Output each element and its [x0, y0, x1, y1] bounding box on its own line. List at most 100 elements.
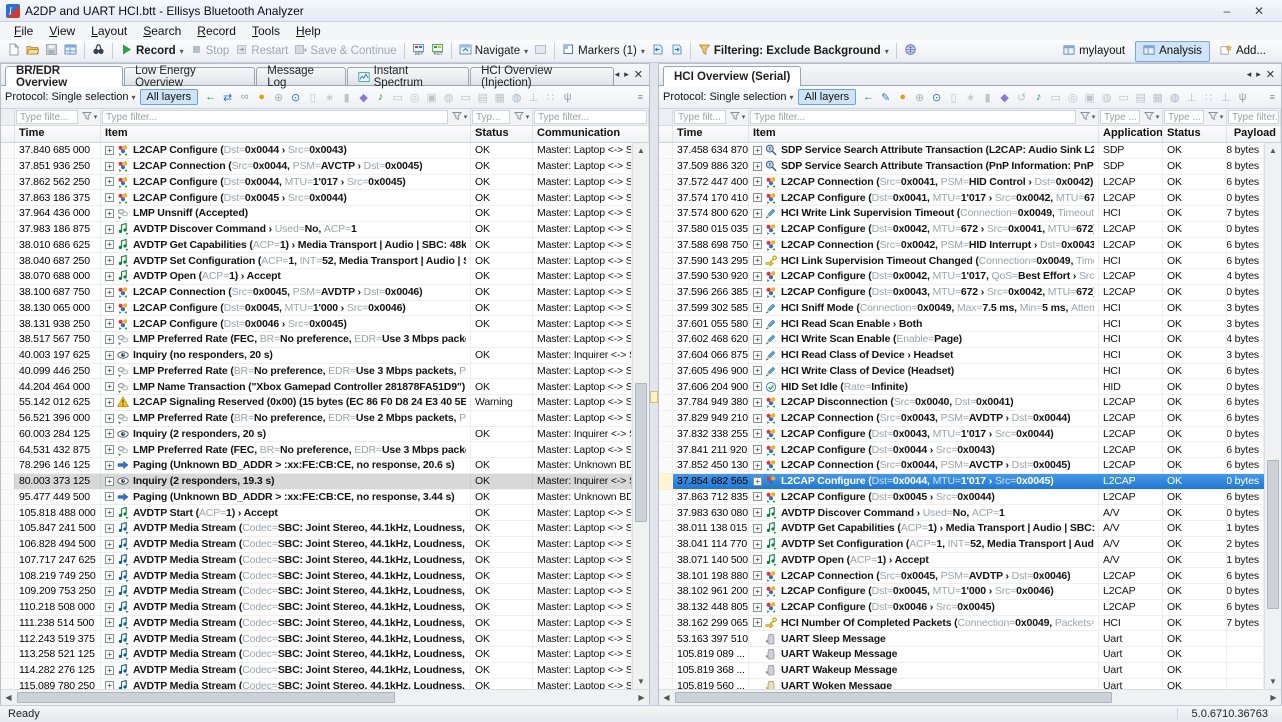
expand-icon[interactable]: +	[753, 460, 762, 470]
table-row[interactable]: 37.588 698 750 + L2CAP Connection (Src=0x0…	[659, 237, 1264, 254]
table-row[interactable]: 38.070 688 000 + AVDTP Open (ACP=1) › Acce…	[1, 269, 632, 285]
new-file-button[interactable]	[4, 42, 23, 60]
column-header-payload[interactable]: Payload	[1227, 126, 1281, 142]
table-row[interactable]: 38.010 686 625 + AVDTP Get Capabilities (A…	[1, 237, 632, 254]
expand-icon[interactable]: +	[105, 413, 114, 423]
table-row[interactable]: 37.458 634 870 + SDP Service Search Attrib…	[659, 143, 1264, 159]
key-icon[interactable]: ⊕	[270, 91, 287, 104]
page-icon[interactable]: ▯	[945, 91, 962, 104]
table-row[interactable]: 38.162 299 065 + HCI Number Of Completed P…	[659, 615, 1264, 632]
panel-icon[interactable]: ▭	[1115, 91, 1132, 104]
expand-icon[interactable]: +	[753, 555, 762, 565]
table-row[interactable]: 38.130 065 000 + L2CAP Configure (Dst=0x00…	[1, 300, 632, 317]
table-row[interactable]: 37.590 530 920 + L2CAP Configure (Dst=0x00…	[659, 269, 1264, 285]
table-row[interactable]: 109.209 753 250 + AVDTP Media Stream (Code…	[1, 584, 632, 600]
diamond-icon[interactable]: ◆	[355, 91, 372, 104]
table-row[interactable]: 37.580 015 035 + L2CAP Configure (Dst=0x00…	[659, 221, 1264, 238]
table-row[interactable]: 37.590 143 295 + HCI Link Supervision Time…	[659, 253, 1264, 269]
tab-hci-overview-serial-[interactable]: HCI Overview (Serial)	[663, 66, 802, 86]
expand-icon[interactable]: +	[753, 366, 762, 376]
expand-icon[interactable]: +	[105, 508, 114, 518]
expand-icon[interactable]: +	[753, 523, 762, 533]
expand-icon[interactable]: +	[753, 476, 762, 486]
table-row[interactable]: 38.011 138 015 + AVDTP Get Capabilities (A…	[659, 521, 1264, 537]
diamond-icon[interactable]: ◆	[996, 91, 1013, 104]
table-row[interactable]: 37.964 436 000 + LMP Unsniff (Accepted) OK M…	[1, 206, 632, 222]
layout-button-mylayout[interactable]: mylayout	[1055, 41, 1133, 62]
protocol-selector[interactable]: Protocol: Single selection	[5, 91, 129, 103]
book-icon[interactable]: ▤	[474, 91, 491, 104]
table-row[interactable]: 37.851 936 250 + L2CAP Connection (Src=0x0…	[1, 158, 632, 175]
table-row[interactable]: 78.296 146 125 + Paging (Unknown BD_ADDR >…	[1, 458, 632, 474]
table-row[interactable]: 37.604 066 875 + HCI Read Class of Device …	[659, 347, 1264, 364]
tab-scroll-right-button[interactable]: ▸	[1256, 69, 1261, 80]
filter-funnel-button[interactable]: ▾	[79, 109, 100, 125]
antenna-icon[interactable]: ψ	[559, 91, 576, 103]
table-row[interactable]: 37.852 450 130 + L2CAP Connection (Src=0x0…	[659, 458, 1264, 474]
expand-icon[interactable]: +	[105, 208, 114, 218]
expand-icon[interactable]: +	[105, 319, 114, 329]
table-row[interactable]: 105.847 241 500 + AVDTP Media Stream (Code…	[1, 521, 632, 537]
expand-icon[interactable]: +	[105, 193, 114, 203]
table-row[interactable]: 38.132 448 805 + L2CAP Configure (Dst=0x00…	[659, 599, 1264, 616]
expand-icon[interactable]: +	[105, 665, 114, 675]
expand-icon[interactable]: +	[105, 161, 114, 171]
bell-icon[interactable]: ●	[894, 91, 911, 103]
all-layers-button[interactable]: All layers	[139, 89, 199, 105]
markers-button[interactable]: Markers (1) ▾	[559, 42, 648, 60]
back-icon[interactable]: ←	[860, 91, 877, 103]
expand-icon[interactable]: +	[105, 382, 114, 392]
filter-funnel-button[interactable]: ▾	[511, 109, 532, 125]
snow-icon[interactable]: ∗	[962, 91, 979, 104]
expand-icon[interactable]: +	[105, 366, 114, 376]
menu-item-view[interactable]: View	[41, 23, 83, 39]
filter-input-status[interactable]: Typ...	[472, 110, 510, 124]
layout-manager-button[interactable]	[61, 42, 80, 60]
filter-funnel-button[interactable]: ▾	[449, 109, 470, 125]
table-row[interactable]: 114.282 276 125 + AVDTP Media Stream (Code…	[1, 662, 632, 679]
expand-icon[interactable]: +	[753, 492, 762, 502]
copy-icon[interactable]: ▣	[1081, 91, 1098, 104]
expand-icon[interactable]: +	[753, 256, 762, 266]
table-row[interactable]: 106.828 494 500 + AVDTP Media Stream (Code…	[1, 536, 632, 553]
layout-button-add[interactable]: Add...	[1212, 41, 1274, 62]
zoom-icon[interactable]: ⊙	[287, 91, 304, 104]
expand-icon[interactable]: +	[753, 177, 762, 187]
tab-scroll-left-button[interactable]: ◂	[1247, 69, 1252, 80]
all-layers-button[interactable]: All layers	[797, 89, 857, 105]
expand-icon[interactable]: +	[753, 161, 762, 171]
vertical-scrollbar[interactable]: ▲ ▼	[1264, 143, 1281, 689]
table-row[interactable]: 60.003 284 125 + Inquiry (2 responders, 20…	[1, 426, 632, 443]
table-row[interactable]: 38.100 687 750 + L2CAP Connection (Src=0x0…	[1, 284, 632, 301]
vertical-scroll-thumb[interactable]	[1267, 459, 1279, 610]
cassette-icon[interactable]: ▭	[389, 91, 406, 104]
table-row[interactable]: 38.131 938 250 + L2CAP Configure (Dst=0x00…	[1, 316, 632, 332]
table-row[interactable]: 37.840 685 000 + L2CAP Configure (Dst=0x00…	[1, 143, 632, 159]
expand-icon[interactable]: +	[105, 602, 114, 612]
column-header-communication[interactable]: Communication	[533, 126, 649, 142]
book-icon[interactable]: ▤	[1132, 91, 1149, 104]
close-button[interactable]: ✕	[1250, 4, 1268, 18]
expand-icon[interactable]: +	[105, 649, 114, 659]
expand-icon[interactable]: +	[753, 586, 762, 596]
expand-icon[interactable]: +	[105, 681, 114, 689]
scroll-up-arrow[interactable]: ▲	[633, 143, 649, 158]
mouse-icon[interactable]: ▮	[979, 91, 996, 104]
scroll-right-arrow[interactable]: ▶	[634, 690, 649, 705]
disc-icon[interactable]: ◍	[440, 91, 457, 104]
snow-icon[interactable]: ∗	[321, 91, 338, 104]
table-row[interactable]: 112.243 519 375 + AVDTP Media Stream (Code…	[1, 631, 632, 647]
expand-icon[interactable]: +	[753, 413, 762, 423]
filter-funnel-button[interactable]: ▾	[727, 109, 748, 125]
card-icon[interactable]: ▦	[1149, 91, 1166, 104]
expand-icon[interactable]: +	[105, 618, 114, 628]
filter-funnel-button[interactable]: ▾	[1141, 109, 1162, 125]
expand-icon[interactable]: +	[105, 240, 114, 250]
table-row[interactable]: 37.596 266 385 + L2CAP Configure (Dst=0x00…	[659, 284, 1264, 301]
pencil-icon[interactable]: ✎	[877, 91, 894, 104]
table-row[interactable]: 105.819 089 ... UART Wakeup Message Uart OK	[659, 647, 1264, 663]
page-icon[interactable]: ▯	[304, 91, 321, 104]
expand-icon[interactable]: +	[105, 334, 114, 344]
expand-icon[interactable]: +	[105, 303, 114, 313]
table-row[interactable]: 37.863 712 835 + L2CAP Configure (Dst=0x00…	[659, 489, 1264, 506]
